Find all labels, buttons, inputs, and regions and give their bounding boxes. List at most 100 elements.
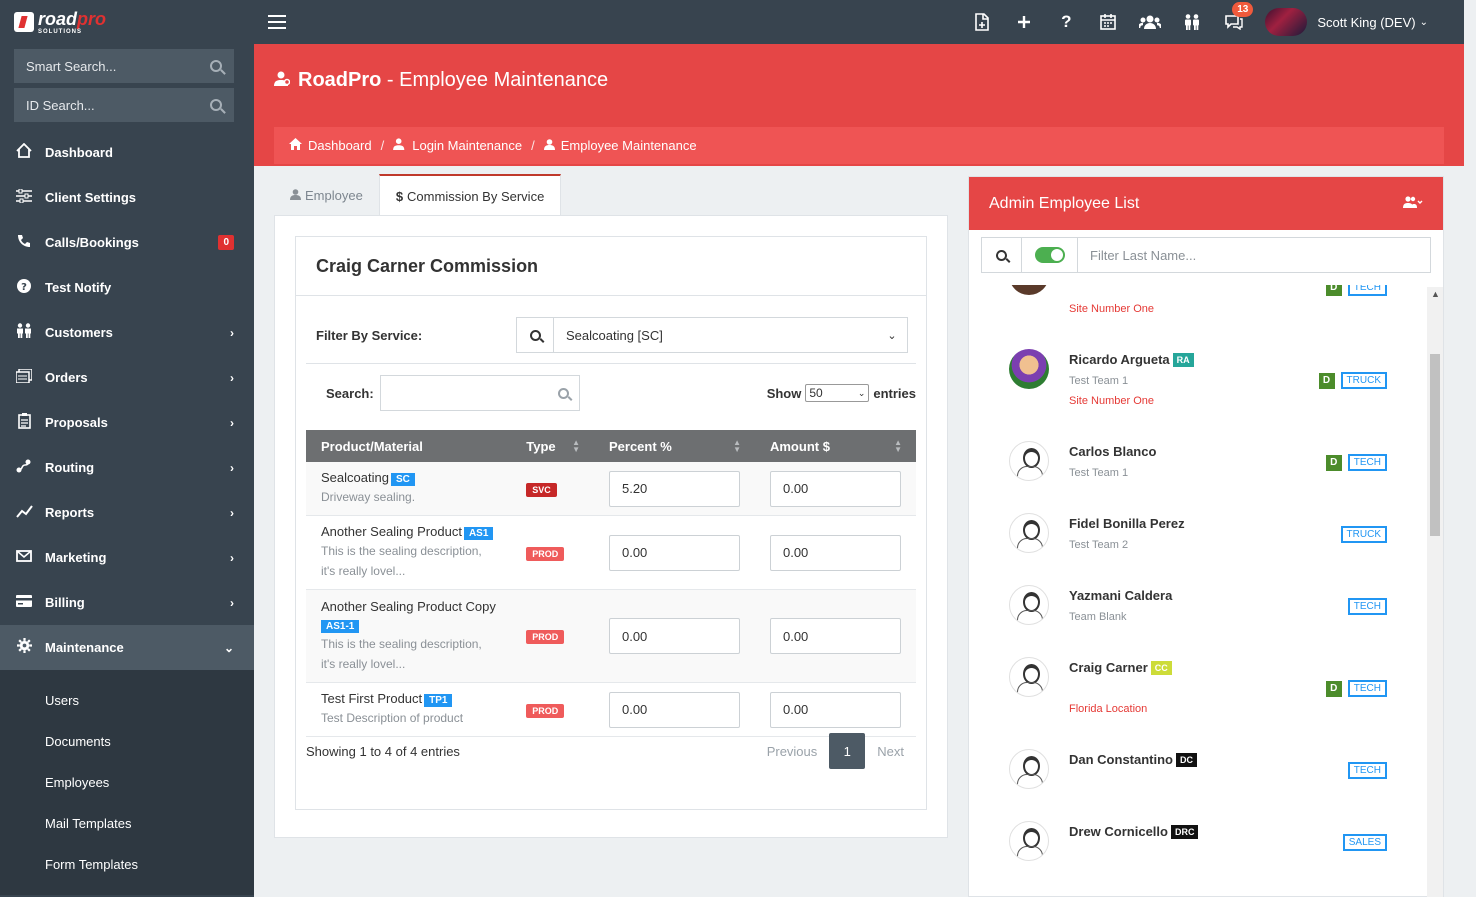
submenu-item-mail-templates[interactable]: Mail Templates <box>0 803 254 844</box>
percent-input[interactable]: 0.00 <box>608 691 740 728</box>
calendar-icon[interactable] <box>1087 0 1129 44</box>
people-icon <box>14 323 34 342</box>
employee-list-scrollbar[interactable]: ▲ <box>1427 287 1443 897</box>
type-badge: SVC <box>526 482 557 497</box>
page-length-select[interactable]: 50 ⌄ <box>805 384 870 402</box>
employee-name: Dan Constantino <box>1069 752 1173 767</box>
column-header-amount[interactable]: Amount $ ▲ ▼ <box>754 430 916 462</box>
roadpro-logo[interactable]: roadpro SOLUTIONS <box>0 0 254 44</box>
sidebar-item-marketing[interactable]: Marketing › <box>0 535 254 580</box>
amount-input[interactable]: 0.00 <box>769 534 901 571</box>
percent-input[interactable]: 0.00 <box>608 534 740 571</box>
sidebar-item-billing[interactable]: Billing › <box>0 580 254 625</box>
product-description: This is the sealing description, <box>321 636 482 651</box>
page-length: Show 50 ⌄ entries <box>767 384 916 402</box>
percent-input[interactable]: 0.00 <box>608 618 740 654</box>
sidebar-item-label: Reports <box>45 505 95 520</box>
service-filter-select[interactable]: Sealcoating [SC] ⌄ <box>516 317 908 353</box>
submenu-item-employees[interactable]: Employees <box>0 762 254 803</box>
sidebar-item-label: Marketing <box>45 550 107 565</box>
table-search-input[interactable] <box>380 375 580 411</box>
sidebar-item-label: Routing <box>45 460 95 475</box>
service-filter-value: Sealcoating [SC] <box>566 327 663 343</box>
submenu-item-users[interactable]: Users <box>0 680 254 721</box>
role-badge: SALES <box>1342 834 1387 851</box>
logo-subtext: SOLUTIONS <box>38 28 83 35</box>
sidebar-item-calls-bookings[interactable]: Calls/Bookings 0 <box>0 220 254 265</box>
column-header-percent[interactable]: Percent % ▲ ▼ <box>593 430 755 462</box>
id-search-input[interactable]: ID Search... <box>14 88 234 122</box>
product-description: This is the sealing description, <box>321 544 482 558</box>
help-icon[interactable]: ? <box>1045 0 1087 44</box>
smart-search-input[interactable]: Smart Search... <box>14 49 234 83</box>
initials-badge: DC <box>1176 753 1197 767</box>
users-icon[interactable] <box>1129 0 1171 44</box>
breadcrumb: Dashboard / Login Maintenance / Employee… <box>274 127 1444 164</box>
filter-last-name-input[interactable]: Filter Last Name... <box>1078 238 1430 272</box>
sidebar-item-proposals[interactable]: Proposals › <box>0 400 254 445</box>
new-document-icon[interactable] <box>961 0 1003 44</box>
tab-employee[interactable]: Employee <box>274 174 379 216</box>
percent-input[interactable]: 5.20 <box>608 470 740 507</box>
role-badge: TECH <box>1347 285 1387 296</box>
type-badge: PROD <box>526 703 565 718</box>
chevron-right-icon: › <box>230 415 234 430</box>
people-icon[interactable] <box>1171 0 1213 44</box>
employee-name: Fidel Bonilla Perez <box>1069 516 1185 531</box>
sidebar-item-customers[interactable]: Customers › <box>0 310 254 355</box>
tab-commission-by-service[interactable]: $ Commission By Service <box>378 174 562 216</box>
amount-input[interactable]: 0.00 <box>769 470 901 507</box>
breadcrumb-separator: / <box>531 138 535 153</box>
submenu-item-form-templates[interactable]: Form Templates <box>0 844 254 885</box>
home-icon <box>14 142 34 162</box>
column-header-type[interactable]: Type ▲ ▼ <box>511 430 594 462</box>
notification-badge: 13 <box>1232 2 1254 17</box>
type-badge: PROD <box>526 630 565 644</box>
scroll-up-icon[interactable]: ▲ <box>1431 289 1440 299</box>
amount-input[interactable]: 0.00 <box>769 691 901 728</box>
tab-bar: Employee $ Commission By Service <box>274 174 562 216</box>
plus-icon[interactable] <box>1003 0 1045 44</box>
sidebar-item-test-notify[interactable]: ? Test Notify <box>0 265 254 310</box>
product-name: Another Sealing Product Copy <box>321 598 496 614</box>
active-toggle[interactable] <box>1022 238 1078 272</box>
hamburger-menu-icon[interactable] <box>268 15 286 29</box>
user-menu[interactable]: Scott King (DEV) ⌄ <box>1255 8 1464 36</box>
chat-icon[interactable]: 13 <box>1213 0 1255 44</box>
page-title: RoadPro - Employee Maintenance <box>274 69 608 92</box>
sidebar-item-maintenance[interactable]: Maintenance ⌄ <box>0 625 254 670</box>
breadcrumb-dashboard[interactable]: Dashboard <box>308 138 372 153</box>
home-icon <box>289 138 302 153</box>
sidebar-item-dashboard[interactable]: Dashboard <box>0 130 254 175</box>
amount-input[interactable]: 0.00 <box>769 618 901 654</box>
chevron-down-icon: ⌄ <box>887 329 897 342</box>
sidebar-item-label: Dashboard <box>45 145 113 160</box>
employee-team: Test Team 1 <box>1069 467 1129 479</box>
group-menu-icon[interactable] <box>1401 196 1423 211</box>
entries-label: entries <box>873 385 916 401</box>
scrollbar-thumb[interactable] <box>1430 354 1440 536</box>
chevron-right-icon: › <box>230 595 234 610</box>
sidebar-item-orders[interactable]: Orders › <box>0 355 254 400</box>
breadcrumb-login-maintenance[interactable]: Login Maintenance <box>412 138 522 153</box>
avatar <box>1009 585 1049 625</box>
initials-badge: RA <box>1172 353 1194 367</box>
sidebar-item-client-settings[interactable]: Client Settings <box>0 175 254 220</box>
next-page-button[interactable]: Next <box>865 744 916 759</box>
sidebar-item-label: Maintenance <box>45 640 124 655</box>
previous-page-button[interactable]: Previous <box>755 744 830 759</box>
calls-count-badge: 0 <box>218 235 234 250</box>
page-1-button[interactable]: 1 <box>829 733 866 769</box>
sidebar-item-routing[interactable]: Routing › <box>0 445 254 490</box>
sidebar-item-reports[interactable]: Reports › <box>0 490 254 535</box>
employee-list: Site Number One D TECH Ricardo Argueta RA… <box>969 285 1427 897</box>
sliders-icon <box>14 188 34 207</box>
employee-filter-bar: Filter Last Name... <box>981 237 1431 273</box>
column-header-product[interactable]: Product/Material <box>306 430 512 462</box>
user-name: Scott King (DEV) <box>1317 14 1416 30</box>
employee-search-button[interactable] <box>982 238 1022 272</box>
submenu-item-documents[interactable]: Documents <box>0 721 254 762</box>
d-badge: D <box>1325 454 1342 471</box>
gear-icon <box>14 638 34 657</box>
employee-team: Test Team 1 <box>1069 375 1129 387</box>
